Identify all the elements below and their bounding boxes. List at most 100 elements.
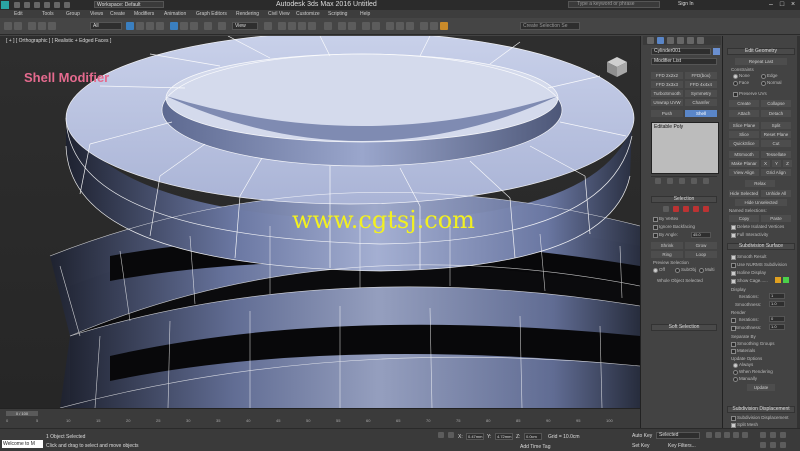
hide-unselected-button[interactable]: Hide Unselected [735,199,787,206]
menu-edit[interactable]: Edit [14,11,23,17]
attach-button[interactable]: Attach [729,110,759,117]
go-to-start-icon[interactable] [706,432,712,438]
redo-toolbar-icon[interactable] [14,22,22,30]
configure-modifier-sets-icon[interactable] [703,178,709,184]
smooth-result-checkbox[interactable] [731,255,736,260]
snaps-toggle-icon[interactable] [278,22,286,30]
hierarchy-tab-icon[interactable] [667,37,674,44]
render-production-icon[interactable] [440,22,448,30]
layer-explorer-icon[interactable] [362,22,370,30]
menu-modifiers[interactable]: Modifiers [134,11,154,17]
render-smoothness-field[interactable]: 1.0 [769,324,785,330]
unwrap-uvw-button[interactable]: Unwrap UVW [651,99,683,106]
smoothing-groups-checkbox[interactable] [731,342,736,347]
preview-off-radio[interactable] [653,268,658,273]
modifier-stack[interactable]: Editable Poly [651,122,719,174]
materials-checkbox[interactable] [731,349,736,354]
redo-icon[interactable] [54,2,60,8]
subdivision-displacement-rollout-header[interactable]: Subdivision Displacement [727,406,795,413]
make-unique-icon[interactable] [679,178,685,184]
align-icon[interactable] [348,22,356,30]
rectangular-selection-icon[interactable] [146,22,154,30]
show-cage-checkbox[interactable] [731,279,736,284]
lock-icon[interactable] [438,432,444,438]
smoothness-field[interactable]: 1.0 [769,301,785,307]
update-always-radio[interactable] [733,363,738,368]
display-tab-icon[interactable] [687,37,694,44]
utilities-tab-icon[interactable] [697,37,704,44]
undo-icon[interactable] [44,2,50,8]
msmooth-button[interactable]: MSmooth [729,151,759,158]
element-subobject-icon[interactable] [703,206,709,212]
planar-x-button[interactable]: X [761,160,770,167]
open-file-icon[interactable] [24,2,30,8]
absolute-mode-icon[interactable] [448,432,454,438]
link-icon[interactable] [28,22,36,30]
select-and-rotate-icon[interactable] [180,22,188,30]
view-align-button[interactable]: View Align [729,169,759,176]
create-tab-icon[interactable] [647,37,654,44]
search-input[interactable]: Type a keyword or phrase [568,1,660,8]
polygon-subobject-icon[interactable] [693,206,699,212]
show-end-result-icon[interactable] [667,178,673,184]
shell-button[interactable]: Shell [685,110,717,117]
relax-button[interactable]: Relax [745,180,775,187]
ring-button[interactable]: Ring [651,251,683,258]
constraint-edge-radio[interactable] [761,74,766,79]
push-button[interactable]: Push [651,110,683,117]
menu-animation[interactable]: Animation [164,11,186,17]
mirror-icon[interactable] [338,22,346,30]
select-by-name-icon[interactable] [136,22,144,30]
use-nurms-checkbox[interactable] [731,263,736,268]
maximize-viewport-icon[interactable] [780,442,786,448]
update-manually-radio[interactable] [733,377,738,382]
menu-help[interactable]: Help [360,11,370,17]
constraint-face-radio[interactable] [733,81,738,86]
full-interactivity-checkbox[interactable] [731,233,736,238]
select-and-place-icon[interactable] [204,22,212,30]
object-color-swatch[interactable] [713,48,720,55]
menu-create[interactable]: Create [110,11,125,17]
minimize-icon[interactable]: – [766,0,776,9]
new-file-icon[interactable] [14,2,20,8]
preview-subobj-radio[interactable] [675,268,680,273]
project-folder-icon[interactable] [64,2,70,8]
maximize-icon[interactable]: □ [777,0,787,9]
rendered-frame-window-icon[interactable] [430,22,438,30]
viewport-label[interactable]: [ + ] [ Orthographic ] [ Realistic + Edg… [6,38,111,44]
render-iterations-checkbox[interactable] [731,318,736,323]
ffd-3x3x3-button[interactable]: FFD 3x3x3 [651,81,683,88]
select-and-scale-icon[interactable] [190,22,198,30]
preview-multi-radio[interactable] [699,268,704,273]
hide-selected-button[interactable]: Hide Selected [729,190,759,197]
pivot-center-icon[interactable] [218,22,226,30]
selection-filter-dropdown[interactable]: All [90,22,122,30]
loop-button[interactable]: Loop [685,251,717,258]
menu-group[interactable]: Group [66,11,80,17]
grid-align-button[interactable]: Grid Align [761,169,791,176]
turbosmooth-button[interactable]: TurboSmooth [651,90,683,97]
repeat-last-button[interactable]: Repeat Last [735,58,787,65]
edit-named-selection-icon[interactable] [324,22,332,30]
constraint-none-radio[interactable] [733,74,738,79]
go-to-end-icon[interactable] [742,432,748,438]
undo-toolbar-icon[interactable] [4,22,12,30]
tessellate-button[interactable]: Tessellate [761,151,791,158]
window-crossing-icon[interactable] [156,22,164,30]
ignore-backfacing-checkbox[interactable] [653,225,658,230]
bind-space-warp-icon[interactable] [48,22,56,30]
selection-rollout-header[interactable]: Selection [651,196,717,203]
by-angle-field[interactable]: 45.0 [691,232,711,238]
stack-item-editable-poly[interactable]: Editable Poly [654,124,683,130]
soft-selection-rollout-header[interactable]: Soft Selection [651,324,717,331]
grow-button[interactable]: Grow [685,242,717,249]
delete-isolated-checkbox[interactable] [731,225,736,230]
x-coordinate-field[interactable]: 0.47mm [466,433,484,440]
preserve-uvs-checkbox[interactable] [733,92,738,97]
modifier-list-dropdown[interactable]: Modifier List [651,58,717,65]
y-coordinate-field[interactable]: 4.72mm [495,433,513,440]
paste-button[interactable]: Paste [761,215,791,222]
reference-coordinate-dropdown[interactable]: View [232,22,258,30]
symmetry-button[interactable]: Symmetry [685,90,717,97]
edit-geometry-rollout-header[interactable]: Edit Geometry [727,48,795,55]
